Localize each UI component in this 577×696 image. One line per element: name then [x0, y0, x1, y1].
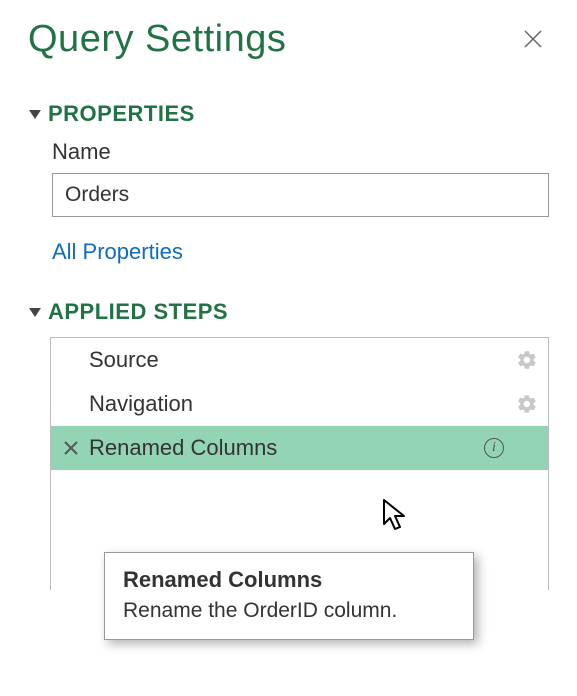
- query-settings-panel: Query Settings PROPERTIES Name All Prope…: [0, 0, 577, 590]
- step-label: Source: [83, 347, 516, 373]
- step-label: Navigation: [83, 391, 516, 417]
- panel-header: Query Settings: [28, 18, 549, 61]
- name-label: Name: [52, 139, 549, 165]
- step-row-source[interactable]: Source: [51, 338, 548, 382]
- tooltip-title: Renamed Columns: [123, 567, 455, 593]
- step-row-navigation[interactable]: Navigation: [51, 382, 548, 426]
- tooltip-description: Rename the OrderID column.: [123, 599, 455, 623]
- applied-steps-title: APPLIED STEPS: [48, 299, 228, 325]
- applied-steps-section: APPLIED STEPS Source Navigation: [28, 299, 549, 590]
- gear-icon[interactable]: [516, 393, 538, 415]
- panel-title: Query Settings: [28, 18, 286, 61]
- info-icon[interactable]: i: [484, 438, 504, 458]
- triangle-down-icon: [29, 110, 41, 119]
- triangle-down-icon: [29, 308, 41, 317]
- close-icon[interactable]: [517, 22, 549, 58]
- step-row-renamed-columns[interactable]: Renamed Columns i: [51, 426, 548, 470]
- name-input[interactable]: [52, 173, 549, 217]
- properties-header[interactable]: PROPERTIES: [28, 101, 549, 127]
- step-label: Renamed Columns: [83, 435, 484, 461]
- properties-title: PROPERTIES: [48, 101, 195, 127]
- properties-section: PROPERTIES Name All Properties: [28, 101, 549, 265]
- step-tooltip: Renamed Columns Rename the OrderID colum…: [104, 552, 474, 640]
- gear-icon[interactable]: [516, 349, 538, 371]
- applied-steps-header[interactable]: APPLIED STEPS: [28, 299, 549, 325]
- all-properties-link[interactable]: All Properties: [52, 239, 549, 265]
- x-icon[interactable]: [59, 441, 83, 455]
